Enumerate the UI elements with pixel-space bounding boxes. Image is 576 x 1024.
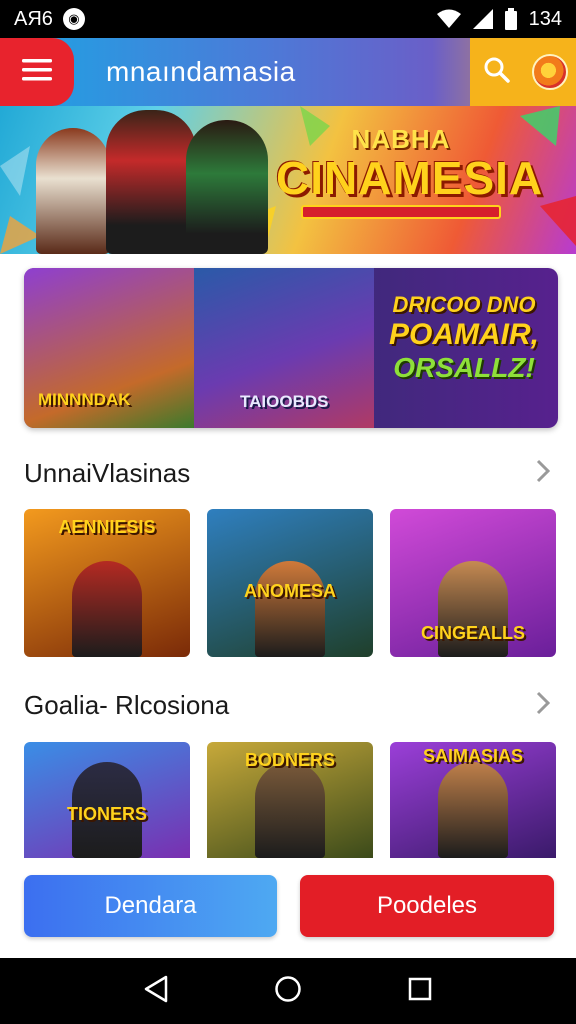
section-title-2: Goalia- Rlcosiona	[24, 690, 230, 720]
hero-logo-big-text: CINAMESIA	[276, 152, 544, 204]
section-1-card-row: AENNIESIS ANOMESA CINGEALLS	[24, 509, 556, 657]
hamburger-menu-icon	[22, 58, 52, 86]
game-card-title: ANOMESA	[243, 581, 336, 601]
battery-icon	[504, 8, 517, 30]
status-bar: AЯ6 ◉ 134	[0, 0, 576, 38]
wifi-icon	[436, 9, 461, 29]
promo-headline: DRICOO DNO POAMAIR, ORSALLZ!	[376, 292, 552, 384]
chevron-right-icon	[536, 691, 551, 720]
app-header: mnaındamasia	[0, 38, 576, 106]
hero-logo-small-text: NABHA	[351, 124, 451, 154]
status-left: AЯ6 ◉	[14, 8, 85, 31]
promo-line-3: ORSALLZ!	[393, 352, 535, 383]
game-card-title: CINGEALLS	[420, 623, 525, 643]
section-2-more-button[interactable]	[532, 690, 554, 720]
secondary-action-button[interactable]: Poodeles	[300, 875, 554, 937]
system-nav-bar	[0, 958, 576, 1024]
section-1-more-button[interactable]	[532, 458, 554, 488]
chevron-right-icon	[536, 459, 551, 488]
promo-banner[interactable]: MINNNDAK TAIOOBDS DRICOO DNO POAMAIR, OR…	[24, 268, 558, 428]
promo-line-1: DRICOO DNO	[392, 292, 536, 317]
status-left-text: AЯ6	[14, 7, 53, 30]
game-card-title: SAIMASIAS	[422, 746, 523, 766]
game-card-title: TIONERS	[66, 804, 147, 824]
game-card-title: BODNERS	[244, 750, 335, 770]
section-title-1: UnnaiVlasinas	[24, 458, 191, 488]
nav-recents-button[interactable]	[400, 971, 440, 1011]
back-triangle-icon	[143, 975, 169, 1008]
promo-middle-label: TAIOOBDS	[240, 392, 329, 411]
hero-banner[interactable]: NABHA CINAMESIA	[0, 106, 576, 254]
game-card[interactable]: TIONERS	[24, 742, 190, 858]
promo-left-label: MINNNDAK	[38, 390, 131, 409]
notification-app-icon: ◉	[62, 8, 85, 30]
primary-action-button[interactable]: Dendara	[24, 875, 277, 937]
recents-square-icon	[408, 977, 432, 1006]
game-card-title: AENNIESIS	[58, 517, 156, 537]
promo-line-2: POAMAIR,	[389, 318, 539, 351]
nav-home-button[interactable]	[268, 971, 308, 1011]
status-right: 134	[436, 7, 562, 31]
menu-button[interactable]	[0, 38, 74, 106]
card-character-art	[438, 762, 508, 858]
nav-back-button[interactable]	[136, 971, 176, 1011]
search-button[interactable]	[470, 38, 524, 106]
card-character-art	[255, 561, 325, 657]
home-circle-icon	[274, 975, 302, 1008]
app-screen: AЯ6 ◉ 134 mnaındamasia NABHA CINAMESIA M…	[0, 0, 576, 1024]
card-character-art	[72, 561, 142, 657]
game-card[interactable]: AENNIESIS	[24, 509, 190, 657]
game-card[interactable]: BODNERS	[207, 742, 373, 858]
profile-button[interactable]	[524, 38, 576, 106]
signal-icon	[472, 9, 493, 29]
action-bar: Dendara Poodeles	[0, 858, 576, 958]
section-2-card-row: TIONERS BODNERS SAIMASIAS	[24, 742, 556, 858]
card-character-art	[255, 762, 325, 858]
status-time: 134	[528, 7, 562, 30]
game-card[interactable]: CINGEALLS	[390, 509, 556, 657]
hero-logo: NABHA CINAMESIA	[276, 124, 544, 236]
game-card[interactable]: SAIMASIAS	[390, 742, 556, 858]
game-card[interactable]: ANOMESA	[207, 509, 373, 657]
avatar	[532, 54, 568, 90]
app-title: mnaındamasia	[106, 56, 296, 87]
hero-characters-illustration	[36, 110, 286, 254]
search-icon	[483, 56, 511, 89]
hero-logo-ribbon	[301, 205, 501, 219]
